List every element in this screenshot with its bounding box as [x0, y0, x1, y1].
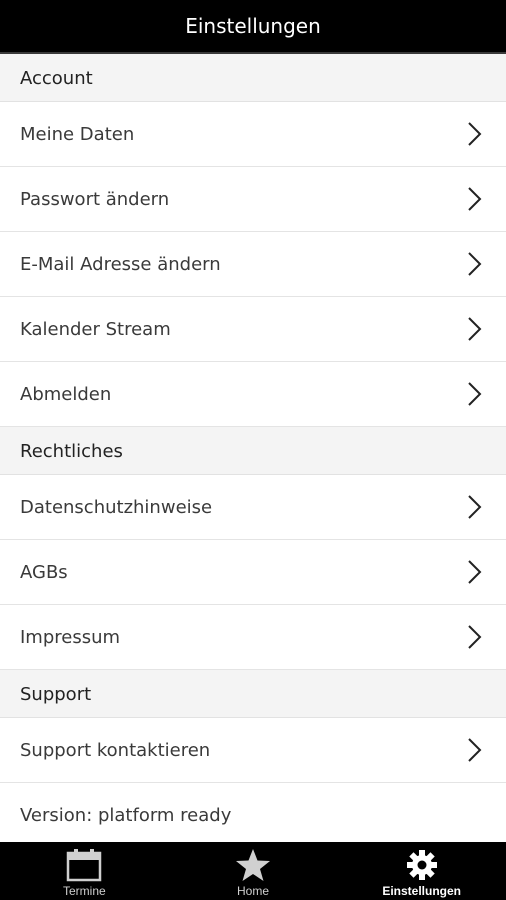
chevron-right-icon [464, 249, 484, 279]
chevron-right-icon [464, 119, 484, 149]
gear-icon [405, 846, 439, 884]
version-row: Version: platform ready [0, 783, 506, 842]
menu-item-meine-daten[interactable]: Meine Daten [0, 102, 506, 167]
menu-item-label: Support kontaktieren [20, 739, 211, 761]
app-header: Einstellungen [0, 0, 506, 54]
tab-termine[interactable]: Termine [0, 842, 169, 900]
chevron-right-icon [464, 379, 484, 409]
menu-item-label: Impressum [20, 626, 121, 648]
menu-item-impressum[interactable]: Impressum [0, 605, 506, 670]
page-title: Einstellungen [185, 14, 321, 38]
section-header-rechtliches: Rechtliches [0, 427, 506, 475]
menu-item-datenschutzhinweise[interactable]: Datenschutzhinweise [0, 475, 506, 540]
menu-item-abmelden[interactable]: Abmelden [0, 362, 506, 427]
tab-label: Home [237, 884, 270, 898]
chevron-right-icon [464, 492, 484, 522]
chevron-right-icon [464, 314, 484, 344]
settings-list: Account Meine Daten Passwort ändern E-Ma… [0, 54, 506, 842]
menu-item-label: Meine Daten [20, 123, 135, 145]
menu-item-label: AGBs [20, 561, 68, 583]
section-header-support: Support [0, 670, 506, 718]
chevron-right-icon [464, 622, 484, 652]
menu-item-label: E-Mail Adresse ändern [20, 253, 221, 275]
menu-item-email-aendern[interactable]: E-Mail Adresse ändern [0, 232, 506, 297]
menu-item-label: Passwort ändern [20, 188, 170, 210]
tab-einstellungen[interactable]: Einstellungen [337, 842, 506, 900]
chevron-right-icon [464, 184, 484, 214]
chevron-right-icon [464, 735, 484, 765]
menu-item-label: Abmelden [20, 383, 112, 405]
menu-item-support-kontaktieren[interactable]: Support kontaktieren [0, 718, 506, 783]
tab-home[interactable]: Home [169, 842, 338, 900]
tab-label: Einstellungen [382, 884, 462, 898]
menu-item-label: Kalender Stream [20, 318, 171, 340]
menu-item-passwort-aendern[interactable]: Passwort ändern [0, 167, 506, 232]
menu-item-agbs[interactable]: AGBs [0, 540, 506, 605]
star-icon [235, 846, 271, 884]
version-text: Version: platform ready [20, 804, 232, 826]
bottom-tab-bar: Termine Home Einstellungen [0, 842, 506, 900]
chevron-right-icon [464, 557, 484, 587]
calendar-icon [66, 846, 102, 884]
section-header-account: Account [0, 54, 506, 102]
menu-item-kalender-stream[interactable]: Kalender Stream [0, 297, 506, 362]
tab-label: Termine [62, 884, 106, 898]
menu-item-label: Datenschutzhinweise [20, 496, 213, 518]
